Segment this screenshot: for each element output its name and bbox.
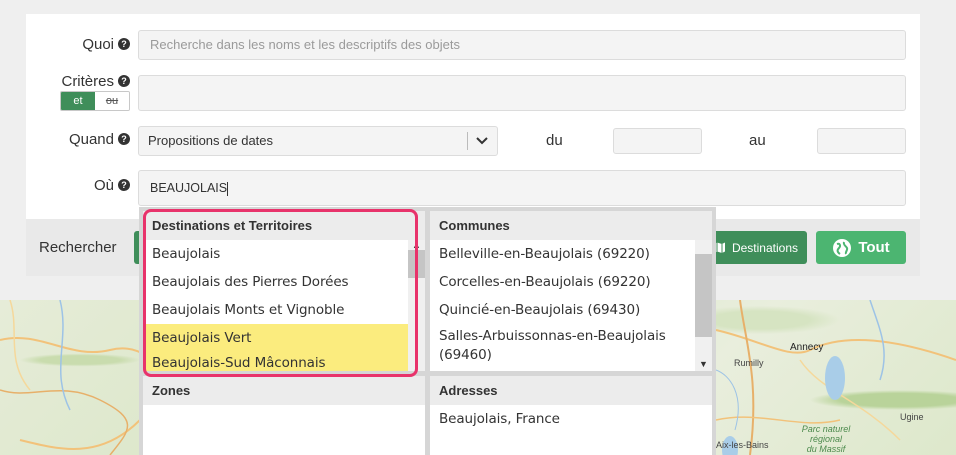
adresses-column: Adresses Beaujolais, France xyxy=(430,376,712,455)
select-divider xyxy=(467,132,468,150)
scroll-up-icon[interactable]: ▲ xyxy=(412,241,421,250)
ou-input-value: BEAUJOLAIS xyxy=(150,181,228,195)
help-icon[interactable]: ? xyxy=(118,38,130,51)
help-icon[interactable]: ? xyxy=(118,179,130,192)
list-item[interactable]: Beaujolais Vert xyxy=(143,324,408,353)
map-label-aix: Aix-les-Bains xyxy=(716,440,769,450)
criteres-label: Critères xyxy=(61,73,114,90)
communes-column: Communes Belleville-en-Beaujolais (69220… xyxy=(430,211,712,371)
tout-button[interactable]: Tout xyxy=(816,231,906,264)
quoi-input[interactable]: Recherche dans les noms et les descripti… xyxy=(138,30,906,60)
quoi-placeholder: Recherche dans les noms et les descripti… xyxy=(150,37,460,52)
quand-label-row: Quand? xyxy=(26,131,130,151)
destinations-button-label: Destinations xyxy=(731,240,799,255)
scrollbar[interactable]: ▲ xyxy=(408,240,425,371)
scrollbar-thumb[interactable] xyxy=(695,254,712,337)
adresses-header: Adresses xyxy=(430,376,712,405)
scrollbar[interactable]: ▼ xyxy=(695,240,712,371)
quoi-label: Quoi xyxy=(82,36,114,53)
du-label: du xyxy=(546,132,563,149)
top-strip xyxy=(0,0,956,14)
list-item[interactable]: Corcelles-en-Beaujolais (69220) xyxy=(430,268,712,296)
criteres-input[interactable] xyxy=(138,75,906,111)
au-label: au xyxy=(749,132,766,149)
ou-label-row: Où? xyxy=(26,177,130,197)
list-item[interactable]: Beaujolais-Sud Mâconnais xyxy=(143,353,408,371)
toggle-ou[interactable]: ou xyxy=(95,92,129,110)
destinations-column: Destinations et Territoires Beaujolais B… xyxy=(143,211,425,371)
dates-select-value: Propositions de dates xyxy=(148,133,274,148)
ou-label: Où xyxy=(93,177,114,194)
list-item[interactable]: Beaujolais Monts et Vignoble xyxy=(143,296,425,324)
list-item[interactable]: Beaujolais xyxy=(143,240,425,268)
criteres-label-row: Critères? xyxy=(26,73,130,93)
ou-input[interactable]: BEAUJOLAIS xyxy=(138,170,906,206)
destinations-header: Destinations et Territoires xyxy=(143,211,425,240)
et-ou-toggle[interactable]: et ou xyxy=(60,91,130,111)
help-icon[interactable]: ? xyxy=(118,133,130,146)
map-label-park: Parc naturel régional du Massif xyxy=(801,424,851,454)
globe-icon xyxy=(833,238,852,257)
list-item[interactable]: Quincié-en-Beaujolais (69430) xyxy=(430,296,712,324)
map-label-ugine: Ugine xyxy=(900,412,924,422)
rechercher-label: Rechercher xyxy=(39,239,117,256)
quoi-label-row: Quoi? xyxy=(26,36,130,56)
date-from-input[interactable] xyxy=(613,128,702,154)
zones-column: Zones xyxy=(143,376,425,455)
quand-label: Quand xyxy=(68,131,114,148)
communes-header: Communes xyxy=(430,211,712,240)
list-item[interactable]: Salles-Arbuissonnas-en-Beaujolais (69460… xyxy=(430,327,712,367)
list-item[interactable]: Belleville-en-Beaujolais (69220) xyxy=(430,240,712,268)
help-icon[interactable]: ? xyxy=(118,75,130,88)
dates-select[interactable]: Propositions de dates xyxy=(138,126,498,156)
map-label-annecy: Annecy xyxy=(790,342,824,353)
scrollbar-thumb[interactable] xyxy=(408,250,425,278)
toggle-et[interactable]: et xyxy=(61,92,95,110)
list-item[interactable]: Beaujolais, France xyxy=(430,405,712,433)
list-item[interactable]: Beaujolais des Pierres Dorées xyxy=(143,268,425,296)
zones-header: Zones xyxy=(143,376,425,405)
autocomplete-dropdown: Destinations et Territoires Beaujolais B… xyxy=(139,207,716,455)
tout-button-label: Tout xyxy=(858,239,890,256)
scroll-down-icon[interactable]: ▼ xyxy=(699,360,708,369)
text-cursor xyxy=(227,181,229,196)
chevron-down-icon xyxy=(476,137,488,145)
map-label-rumilly: Rumilly xyxy=(734,358,764,368)
date-to-input[interactable] xyxy=(817,128,906,154)
destinations-button[interactable]: Destinations xyxy=(704,231,807,264)
